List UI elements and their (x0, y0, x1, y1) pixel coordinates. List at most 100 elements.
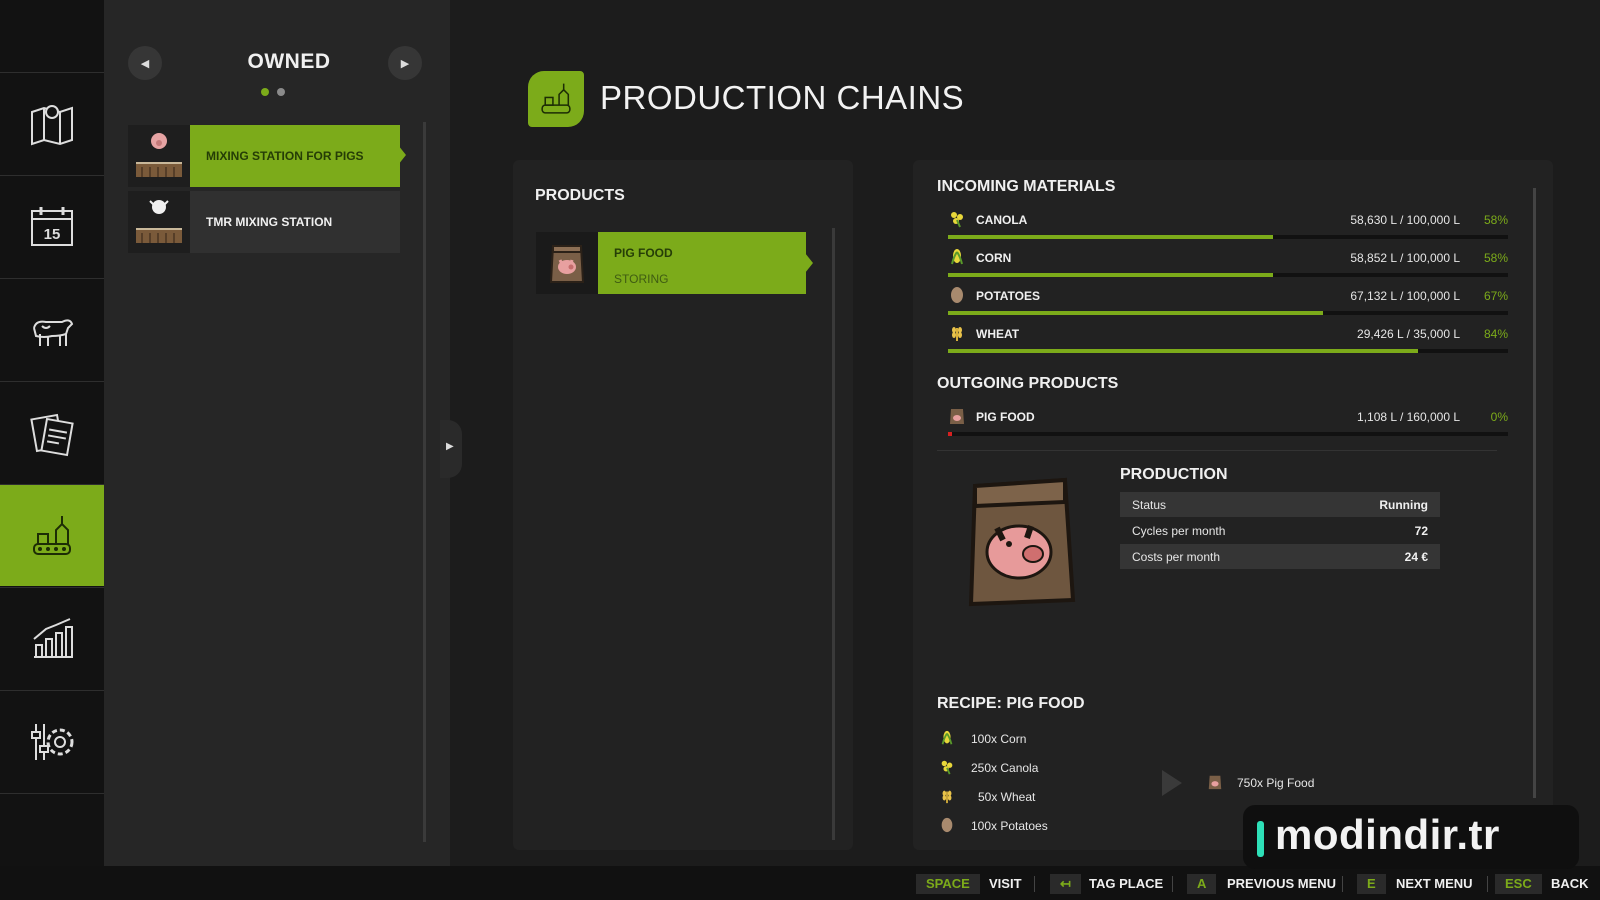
material-amount: 29,426 L / 35,000 L (1357, 327, 1460, 341)
material-percent: 58% (1483, 213, 1508, 227)
recipe-arrow-icon (1162, 770, 1182, 796)
products-title: PRODUCTS (535, 187, 625, 204)
details-scrollbar[interactable] (1533, 188, 1536, 798)
production-key: Status (1132, 498, 1167, 512)
nav-map[interactable] (0, 72, 104, 174)
back-label[interactable]: BACK (1551, 876, 1589, 891)
station-thumbnail (128, 191, 190, 253)
products-scrollbar[interactable] (832, 228, 835, 840)
station-mixing-station-pigs[interactable]: MIXING STATION FOR PIGS (128, 125, 406, 187)
next-menu-label[interactable]: NEXT MENU (1396, 876, 1473, 891)
station-label: TMR MIXING STATION (206, 215, 333, 229)
product-status: STORING (614, 272, 669, 286)
divider (1034, 876, 1035, 892)
corn-icon (951, 249, 963, 265)
caret-right-icon (398, 145, 406, 165)
production-icon (541, 83, 571, 114)
contracts-icon (30, 413, 74, 456)
previous-menu-label[interactable]: PREVIOUS MENU (1227, 876, 1336, 891)
prev-page-button[interactable]: ◀ (128, 46, 162, 80)
material-bar (948, 235, 1508, 239)
nav-production[interactable] (0, 484, 114, 586)
chevron-left-icon: ◀ (140, 57, 150, 70)
product-name: PIG FOOD (976, 410, 1035, 424)
cow-icon (33, 318, 74, 346)
next-page-button[interactable]: ▶ (388, 46, 422, 80)
page-dot-active[interactable] (261, 88, 269, 96)
key-esc[interactable]: ESC (1495, 874, 1542, 894)
product-percent: 0% (1490, 410, 1508, 424)
key-space[interactable]: SPACE (916, 874, 980, 894)
divider (937, 450, 1497, 451)
potato-icon (951, 287, 963, 303)
bottom-controls-bar: SPACE VISIT ↤ TAG PLACE A PREVIOUS MENU … (0, 866, 1600, 900)
map-icon (31, 104, 73, 145)
wheat-icon (952, 327, 962, 341)
recipe-input: 100x Corn (971, 732, 1027, 746)
material-percent: 58% (1483, 251, 1508, 265)
material-row-potatoes: POTATOES 67,132 L / 100,000 L 67% (948, 286, 1508, 318)
recipe-input: 250x Canola (971, 761, 1039, 775)
material-bar-fill (948, 349, 1419, 353)
watermark-text: modindir.tr (1275, 811, 1500, 858)
page-dot[interactable] (277, 88, 285, 96)
nav-settings[interactable] (0, 690, 104, 792)
station-thumbnail (128, 125, 190, 187)
caret-right-icon (805, 253, 813, 273)
production-value: 24 € (1404, 550, 1428, 564)
nav-empty-slot (0, 793, 104, 866)
svg-text:15: 15 (44, 226, 61, 243)
material-percent: 84% (1483, 327, 1508, 341)
production-icon (33, 515, 71, 555)
production-value: 72 (1414, 524, 1428, 538)
corn-icon (941, 730, 953, 745)
production-row-status: Status Running (1120, 492, 1440, 517)
product-bar (948, 432, 1508, 436)
production-key: Costs per month (1132, 550, 1221, 564)
chevron-right-icon: ▶ (400, 57, 410, 70)
pig-food-bag-icon (549, 245, 585, 283)
material-amount: 58,630 L / 100,000 L (1350, 213, 1460, 227)
nav-contracts[interactable] (0, 381, 104, 483)
production-title: PRODUCTION (1120, 466, 1228, 483)
collapse-panel-button[interactable]: ▶ (440, 420, 462, 478)
visit-label[interactable]: VISIT (989, 876, 1022, 891)
key-tag[interactable]: ↤ (1050, 874, 1081, 894)
material-bar (948, 273, 1508, 277)
settings-icon (31, 723, 74, 760)
divider (1487, 876, 1488, 892)
nav-calendar[interactable]: 15 (0, 175, 104, 277)
material-row-canola: CANOLA 58,630 L / 100,000 L 58% (948, 210, 1508, 242)
wheat-icon (942, 790, 952, 804)
pig-food-bag-icon (950, 409, 964, 424)
material-bar-fill (948, 311, 1324, 315)
product-item-pig-food[interactable]: PIG FOOD STORING (536, 232, 813, 294)
chevron-right-icon: ▶ (446, 441, 454, 452)
material-amount: 58,852 L / 100,000 L (1350, 251, 1460, 265)
header-production-icon (528, 71, 584, 127)
material-percent: 67% (1483, 289, 1508, 303)
outgoing-title: OUTGOING PRODUCTS (937, 375, 1119, 392)
pig-station-icon (136, 133, 182, 177)
tag-place-label[interactable]: TAG PLACE (1089, 876, 1163, 891)
production-row-costs: Costs per month 24 € (1120, 544, 1440, 569)
products-panel: PRODUCTS PIG FOOD STORING (513, 160, 853, 850)
station-tmr-mixing-station[interactable]: TMR MIXING STATION (128, 191, 400, 253)
material-bar (948, 311, 1508, 315)
product-row-pig-food: PIG FOOD 1,108 L / 160,000 L 0% (948, 407, 1508, 439)
page-title: PRODUCTION CHAINS (600, 79, 965, 116)
cow-station-icon (136, 200, 182, 243)
watermark: modindir.tr (1243, 805, 1579, 869)
owned-panel: ◀ OWNED ▶ MIXING STATION FOR PIGS TMR MI… (104, 0, 450, 866)
material-name: CANOLA (976, 213, 1028, 227)
nav-statistics[interactable] (0, 587, 104, 689)
divider (1342, 876, 1343, 892)
main-nav: 15 (0, 0, 114, 866)
key-a[interactable]: A (1187, 874, 1217, 894)
key-e[interactable]: E (1357, 874, 1386, 894)
material-bar-fill (948, 273, 1273, 277)
owned-scrollbar[interactable] (423, 122, 426, 842)
material-bar (948, 349, 1508, 353)
nav-animals[interactable] (0, 278, 104, 380)
canola-icon (951, 212, 963, 228)
